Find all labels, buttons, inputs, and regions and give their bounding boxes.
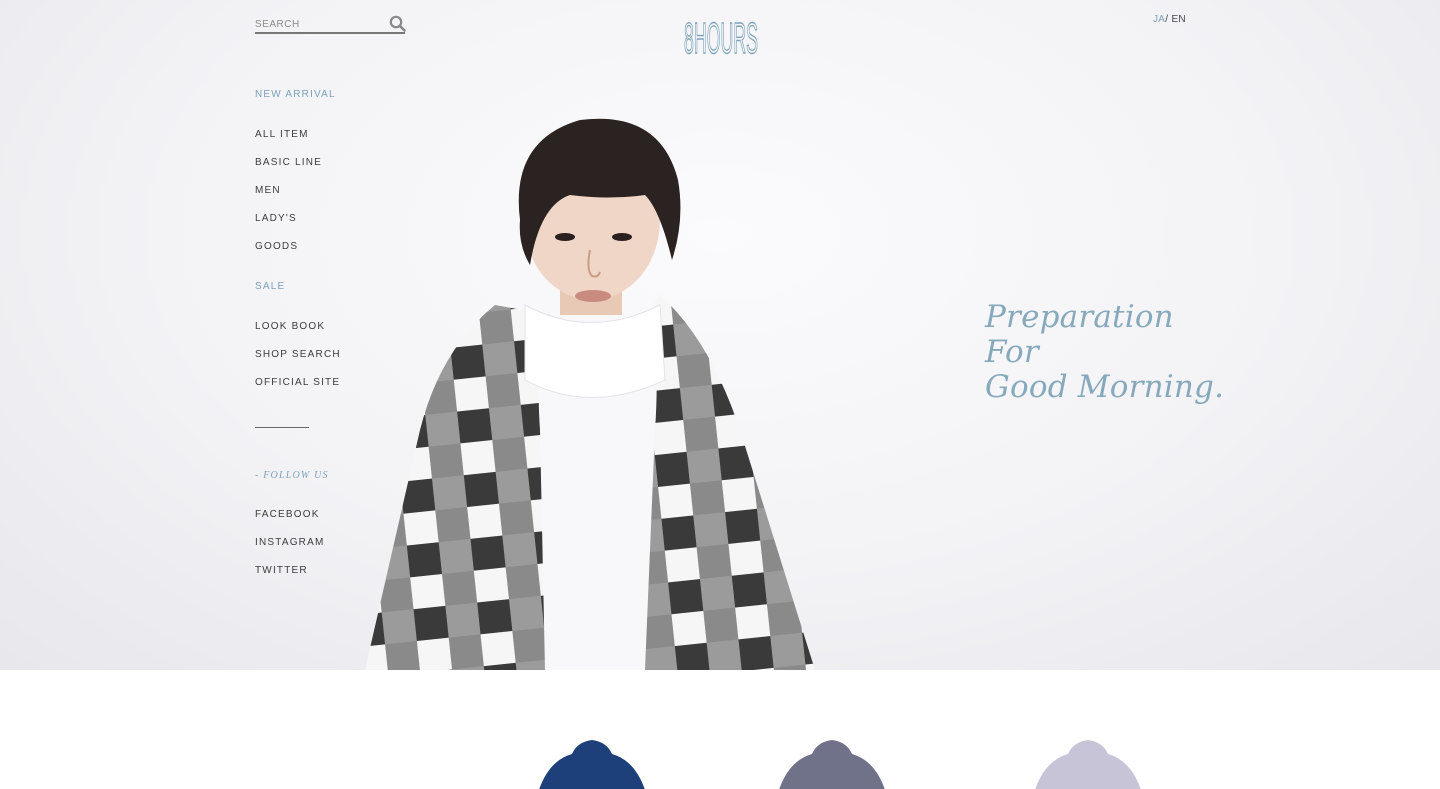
product-image[interactable]: [1023, 736, 1153, 789]
nav-divider: [255, 427, 309, 428]
product-strip: [0, 670, 1440, 789]
nav-new-arrival[interactable]: NEW ARRIVAL: [255, 89, 336, 100]
nav-all-item[interactable]: ALL ITEM: [255, 129, 309, 140]
lang-en-link[interactable]: EN: [1168, 14, 1186, 25]
tagline-line-3: Good Morning.: [985, 369, 1225, 405]
nav-facebook[interactable]: FACEBOOK: [255, 509, 320, 520]
lang-ja-link[interactable]: JA: [1153, 14, 1165, 25]
hero-banner: [0, 0, 1440, 670]
nav-basic-line[interactable]: BASIC LINE: [255, 157, 322, 168]
hero-tagline: Preparation For Good Morning.: [985, 299, 1225, 405]
search-bar: [255, 14, 406, 34]
nav-shop-search[interactable]: SHOP SEARCH: [255, 349, 341, 360]
product-shape: [779, 740, 885, 789]
product-shape: [1035, 740, 1141, 789]
follow-us-heading: - FOLLOW US: [255, 470, 329, 481]
nav-men[interactable]: MEN: [255, 185, 281, 196]
nav-goods[interactable]: GOODS: [255, 241, 298, 252]
hero-model-image: [365, 118, 815, 670]
product-shape: [539, 740, 645, 789]
nav-twitter[interactable]: TWITTER: [255, 565, 308, 576]
nav-ladys[interactable]: LADY'S: [255, 213, 297, 224]
nav-sale[interactable]: SALE: [255, 281, 285, 292]
tagline-line-2: For: [985, 334, 1039, 370]
product-image[interactable]: [527, 736, 657, 789]
product-image[interactable]: [767, 736, 897, 789]
search-input[interactable]: [255, 16, 383, 32]
search-icon[interactable]: [389, 15, 406, 32]
language-switch: JA/ EN: [1153, 14, 1186, 25]
brand-logo[interactable]: 8HOURS: [682, 13, 760, 57]
brand-logo-text: 8HOURS: [684, 14, 758, 57]
tagline-line-1: Preparation: [985, 299, 1174, 335]
nav-official-site[interactable]: OFFICIAL SITE: [255, 377, 340, 388]
nav-look-book[interactable]: LOOK BOOK: [255, 321, 325, 332]
nav-instagram[interactable]: INSTAGRAM: [255, 537, 325, 548]
